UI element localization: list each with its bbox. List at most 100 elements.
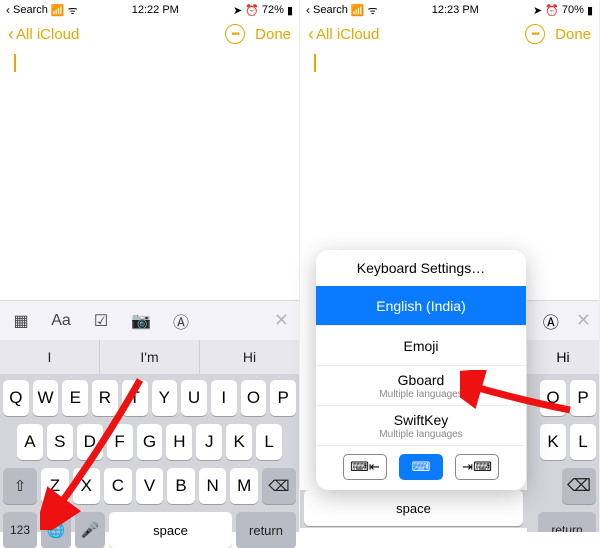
key-o[interactable]: O <box>540 380 566 416</box>
keyboard-mode-footer: ⌨︎⇤ ⌨︎ ⇥⌨︎ <box>316 446 526 490</box>
key-g[interactable]: G <box>137 424 163 460</box>
key-k[interactable]: K <box>540 424 566 460</box>
screen-left: ‹ Search 📶 ᯤ 12:22 PM ➤ ⏰ 72% ▮ ‹ All iC… <box>0 0 300 532</box>
backspace-key[interactable]: ⌫ <box>562 468 596 504</box>
signal-icon: 📶 <box>51 4 65 17</box>
nav-back-button[interactable]: ‹ All iCloud <box>8 25 79 43</box>
key-row-3: ⇧ Z X C V B N M ⌫ <box>3 468 296 504</box>
back-to-app-chevron[interactable]: ‹ <box>306 3 310 17</box>
text-format-button[interactable]: Aa <box>50 310 72 332</box>
key-e[interactable]: E <box>62 380 88 416</box>
close-toolbar-icon[interactable]: ✕ <box>274 310 289 331</box>
key-z[interactable]: Z <box>41 468 69 504</box>
more-options-button[interactable]: ••• <box>225 24 245 44</box>
key-a[interactable]: A <box>17 424 43 460</box>
keyboard-option-emoji[interactable]: Emoji <box>316 326 526 366</box>
key-q[interactable]: Q <box>3 380 29 416</box>
key-f[interactable]: F <box>107 424 133 460</box>
status-bar: ‹ Search 📶 ᯤ 12:22 PM ➤ ⏰ 72% ▮ <box>0 0 299 18</box>
format-toolbar: ▦ Aa ☑︎ 📷 Ⓐ ✕ <box>0 300 299 340</box>
suggestion-3[interactable]: Hi <box>527 340 599 374</box>
mic-key[interactable]: 🎤 <box>75 512 105 548</box>
more-options-button[interactable]: ••• <box>525 24 545 44</box>
wifi-icon: ᯤ <box>368 3 378 18</box>
done-button[interactable]: Done <box>255 26 291 43</box>
return-key[interactable]: return <box>538 512 596 532</box>
space-key[interactable]: space <box>304 490 523 526</box>
battery-percent: 70% <box>562 4 584 16</box>
back-to-app-chevron[interactable]: ‹ <box>6 3 10 17</box>
suggestion-2[interactable]: I'm <box>100 340 200 374</box>
table-icon[interactable]: ▦ <box>10 310 32 332</box>
numbers-key[interactable]: 123 <box>3 512 37 548</box>
keyboard-option-swiftkey[interactable]: SwiftKey Multiple languages <box>316 406 526 446</box>
key-row-1: Q W E R T Y U I O P <box>3 380 296 416</box>
key-row-bottom: 123 🌐 🎤 space return <box>3 512 296 548</box>
key-m[interactable]: M <box>230 468 258 504</box>
key-j[interactable]: J <box>196 424 222 460</box>
backspace-key[interactable]: ⌫ <box>262 468 296 504</box>
option-label: Emoji <box>403 338 438 354</box>
checklist-icon[interactable]: ☑︎ <box>90 310 112 332</box>
text-cursor <box>14 54 16 72</box>
globe-key[interactable]: 🌐 <box>41 512 71 548</box>
suggestion-3[interactable]: Hi <box>200 340 299 374</box>
chevron-left-icon: ‹ <box>308 25 314 43</box>
space-key[interactable]: space <box>109 512 232 548</box>
option-sublabel: Multiple languages <box>379 429 462 440</box>
key-x[interactable]: X <box>73 468 101 504</box>
key-u[interactable]: U <box>181 380 207 416</box>
key-l[interactable]: L <box>570 424 596 460</box>
note-body[interactable] <box>300 50 599 280</box>
option-sublabel: Multiple languages <box>379 389 462 400</box>
key-p[interactable]: P <box>270 380 296 416</box>
key-y[interactable]: Y <box>152 380 178 416</box>
key-b[interactable]: B <box>167 468 195 504</box>
done-button[interactable]: Done <box>555 26 591 43</box>
note-body[interactable] <box>0 50 299 280</box>
key-p[interactable]: P <box>570 380 596 416</box>
suggestion-1[interactable]: I <box>0 340 100 374</box>
nav-back-button[interactable]: ‹ All iCloud <box>308 25 379 43</box>
suggestion-bar: I I'm Hi <box>0 340 299 374</box>
option-label: SwiftKey <box>394 412 448 428</box>
key-i[interactable]: I <box>211 380 237 416</box>
back-to-app-label[interactable]: Search <box>13 4 48 16</box>
key-r[interactable]: R <box>92 380 118 416</box>
alarm-icon: ⏰ <box>545 4 559 17</box>
camera-icon[interactable]: 📷 <box>130 310 152 332</box>
keyboard-dock-full-icon[interactable]: ⌨︎ <box>399 454 443 480</box>
key-h[interactable]: H <box>166 424 192 460</box>
markup-icon[interactable]: Ⓐ <box>170 310 192 332</box>
clock: 12:23 PM <box>432 4 479 16</box>
close-toolbar-icon[interactable]: ✕ <box>576 310 591 331</box>
markup-icon[interactable]: Ⓐ <box>540 310 562 332</box>
keyboard-dock-right-icon[interactable]: ⇥⌨︎ <box>455 454 499 480</box>
key-w[interactable]: W <box>33 380 59 416</box>
keyboard-switcher-popup: Keyboard Settings… English (India) Emoji… <box>316 250 526 490</box>
wifi-icon: ᯤ <box>68 3 78 18</box>
key-l[interactable]: L <box>256 424 282 460</box>
location-icon: ➤ <box>233 4 242 17</box>
key-o[interactable]: O <box>241 380 267 416</box>
popup-title[interactable]: Keyboard Settings… <box>316 250 526 286</box>
keyboard-option-gboard[interactable]: Gboard Multiple languages <box>316 366 526 406</box>
key-k[interactable]: K <box>226 424 252 460</box>
back-to-app-label[interactable]: Search <box>313 4 348 16</box>
key-v[interactable]: V <box>136 468 164 504</box>
key-row-2: A S D F G H J K L <box>3 424 296 460</box>
keyboard-option-english[interactable]: English (India) <box>316 286 526 326</box>
keyboard: Q W E R T Y U I O P A S D F G H J K L ⇧ … <box>0 374 299 532</box>
status-bar: ‹ Search 📶 ᯤ 12:23 PM ➤ ⏰ 70% ▮ <box>300 0 599 18</box>
keyboard-dock-left-icon[interactable]: ⌨︎⇤ <box>343 454 387 480</box>
key-d[interactable]: D <box>77 424 103 460</box>
key-s[interactable]: S <box>47 424 73 460</box>
shift-key[interactable]: ⇧ <box>3 468 37 504</box>
key-c[interactable]: C <box>104 468 132 504</box>
text-cursor <box>314 54 316 72</box>
return-key[interactable]: return <box>236 512 296 548</box>
key-n[interactable]: N <box>199 468 227 504</box>
battery-percent: 72% <box>262 4 284 16</box>
key-t[interactable]: T <box>122 380 148 416</box>
clock: 12:22 PM <box>132 4 179 16</box>
